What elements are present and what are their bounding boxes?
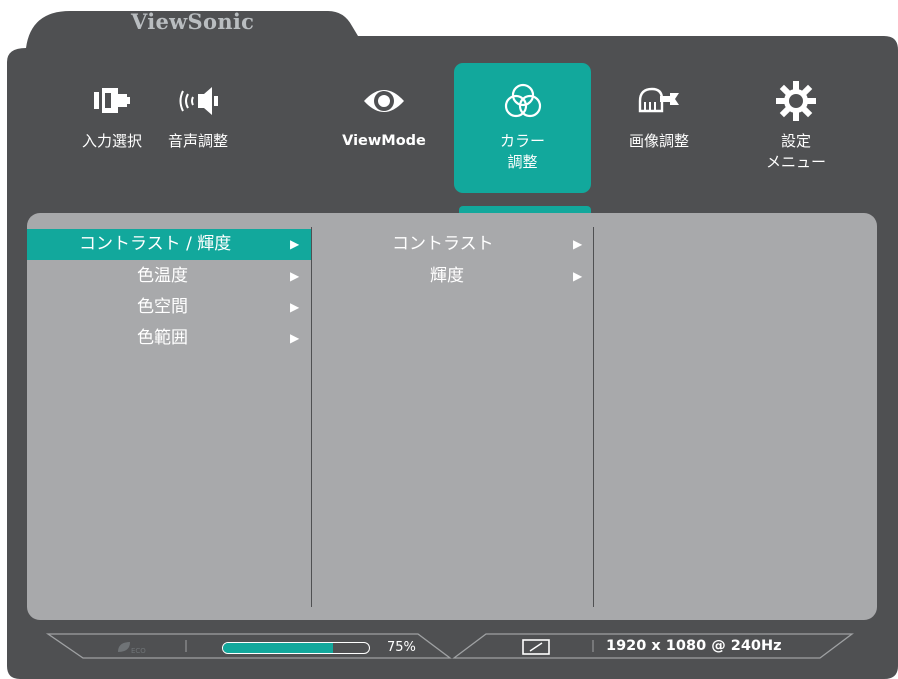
brightness-progress-fill xyxy=(223,643,333,653)
status-bar-outline xyxy=(45,633,854,659)
resolution-readout: 1920 x 1080 @ 240Hz xyxy=(606,638,782,654)
eco-leaf-icon: ECO xyxy=(118,642,146,655)
svg-text:ECO: ECO xyxy=(131,647,146,655)
aspect-ratio-icon xyxy=(522,639,550,655)
brightness-progress-bar xyxy=(222,642,370,654)
brightness-percent-label: 75% xyxy=(387,640,416,655)
